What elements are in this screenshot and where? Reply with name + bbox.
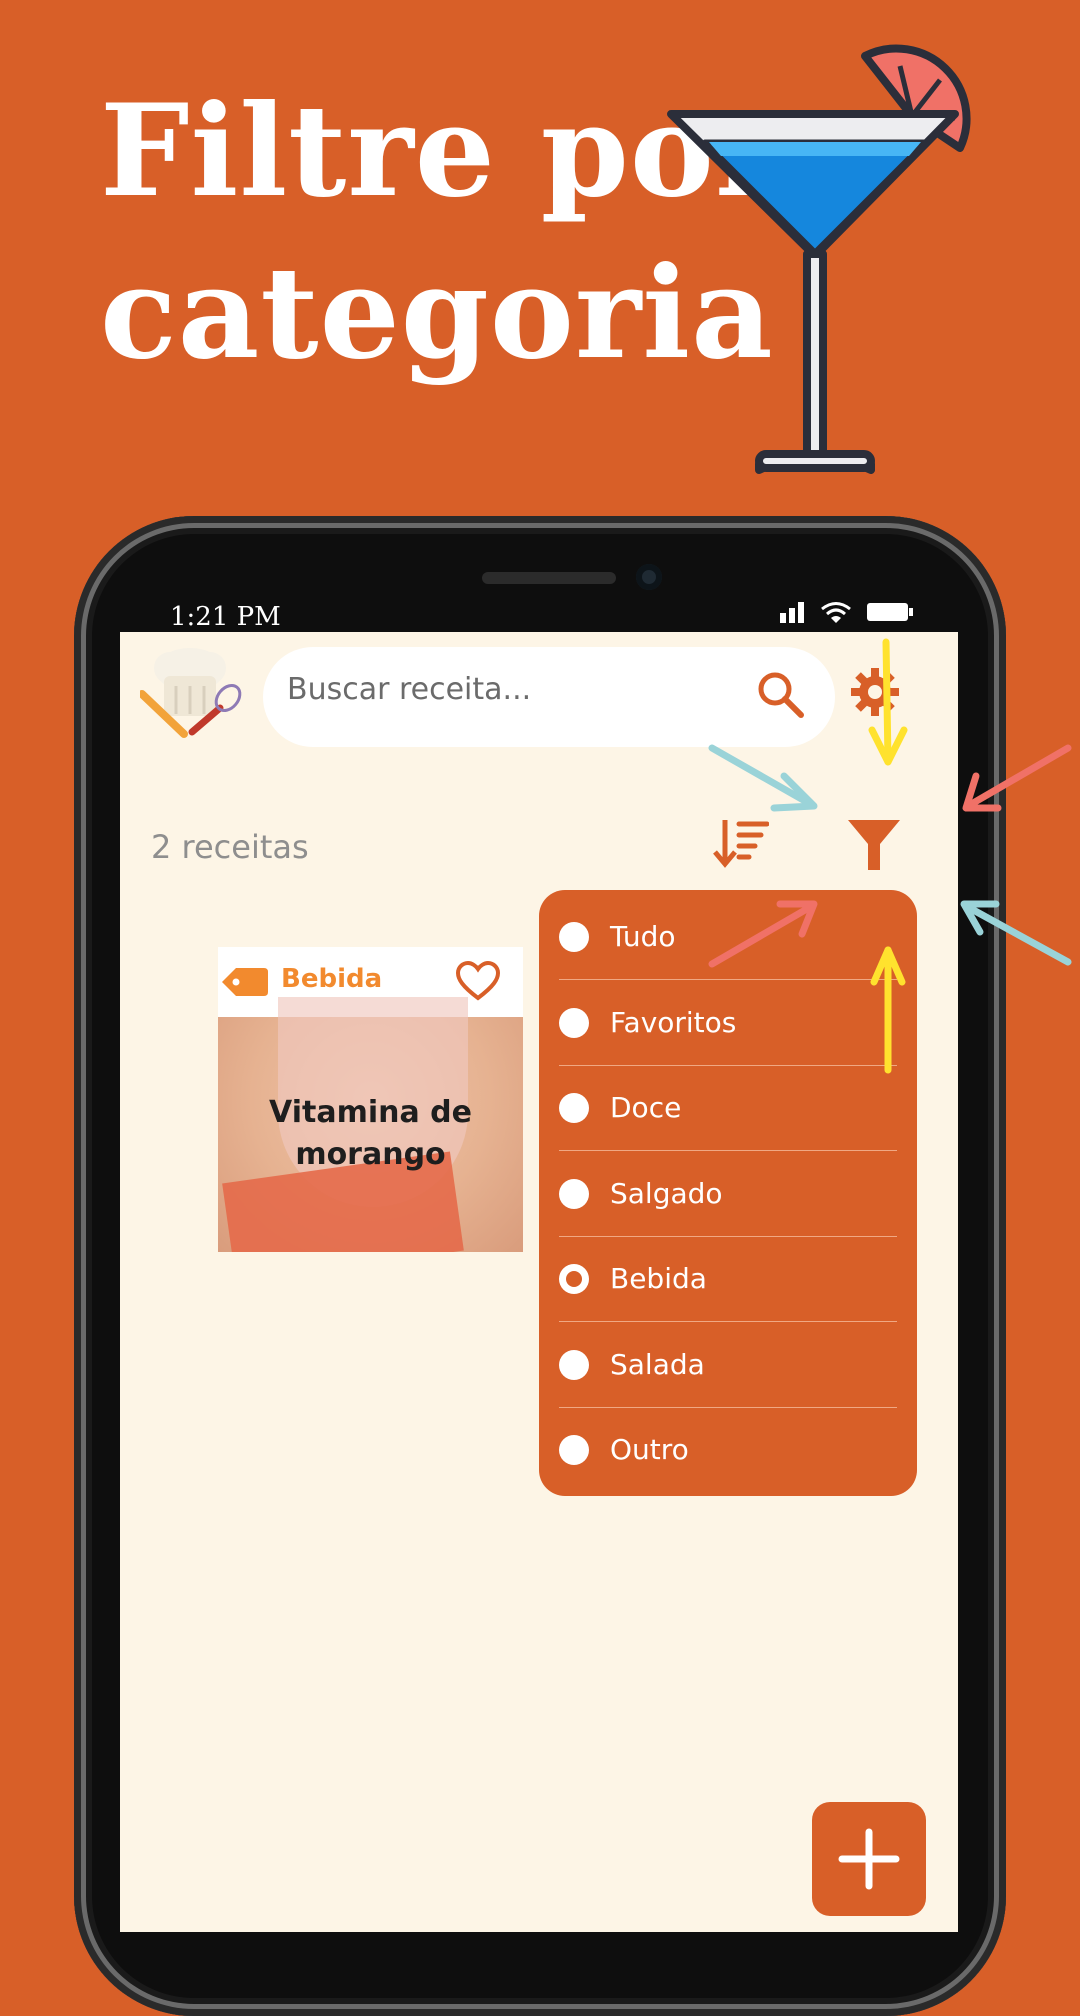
filter-option-salgado[interactable]: Salgado	[539, 1152, 917, 1237]
settings-gear-icon[interactable]	[849, 666, 901, 718]
plus-icon	[838, 1828, 900, 1890]
filter-option-label: Outro	[610, 1433, 689, 1466]
add-recipe-button[interactable]	[812, 1802, 926, 1916]
filter-option-salada[interactable]: Salada	[539, 1323, 917, 1408]
app-screen: Buscar receita... 2 receitas Bebida Vita…	[120, 632, 958, 1932]
status-icons	[780, 600, 914, 624]
recipe-card-title: Vitamina de morango	[269, 1095, 472, 1172]
search-icon[interactable]	[755, 669, 807, 721]
filter-option-outro[interactable]: Outro	[539, 1408, 917, 1493]
filter-option-favoritos[interactable]: Favoritos	[539, 981, 917, 1066]
tag-icon	[222, 968, 268, 996]
filter-option-label: Bebida	[610, 1262, 707, 1295]
recipe-card-category: Bebida	[281, 964, 383, 994]
sort-icon[interactable]	[713, 818, 769, 868]
category-filter-menu: Tudo Favoritos Doce Salgado Bebida Salada Outr…	[539, 890, 917, 1496]
radio-button[interactable]	[559, 1435, 589, 1465]
radio-button[interactable]	[559, 922, 589, 952]
filter-option-label: Doce	[610, 1091, 682, 1124]
filter-option-tudo[interactable]: Tudo	[539, 895, 917, 980]
wifi-icon	[821, 602, 851, 623]
recipe-card[interactable]: Bebida Vitamina de morango	[218, 947, 523, 1252]
search-bar[interactable]: Buscar receita...	[263, 647, 835, 747]
chef-hat-logo-icon	[140, 648, 242, 738]
search-input[interactable]: Buscar receita...	[287, 672, 531, 707]
radio-button[interactable]	[559, 1264, 589, 1294]
filter-option-label: Salgado	[610, 1176, 723, 1210]
filter-option-label: Tudo	[610, 920, 676, 953]
radio-button[interactable]	[559, 1349, 589, 1380]
cocktail-glass-icon	[667, 44, 971, 474]
radio-button[interactable]	[559, 1178, 589, 1209]
radio-button[interactable]	[559, 1007, 589, 1038]
favorite-heart-icon[interactable]	[456, 961, 500, 1001]
filter-option-label: Salada	[610, 1347, 705, 1381]
radio-button[interactable]	[559, 1093, 589, 1123]
filter-option-doce[interactable]: Doce	[539, 1066, 917, 1151]
filter-option-label: Favoritos	[610, 1005, 737, 1039]
status-time: 1:21 PM	[170, 602, 281, 632]
battery-icon	[867, 603, 913, 621]
recipe-count: 2 receitas	[151, 828, 309, 866]
filter-option-bebida[interactable]: Bebida	[539, 1237, 917, 1322]
filter-funnel-icon[interactable]	[846, 818, 902, 872]
signal-icon	[780, 602, 804, 623]
recipe-card-image: Vitamina de morango	[218, 997, 523, 1252]
